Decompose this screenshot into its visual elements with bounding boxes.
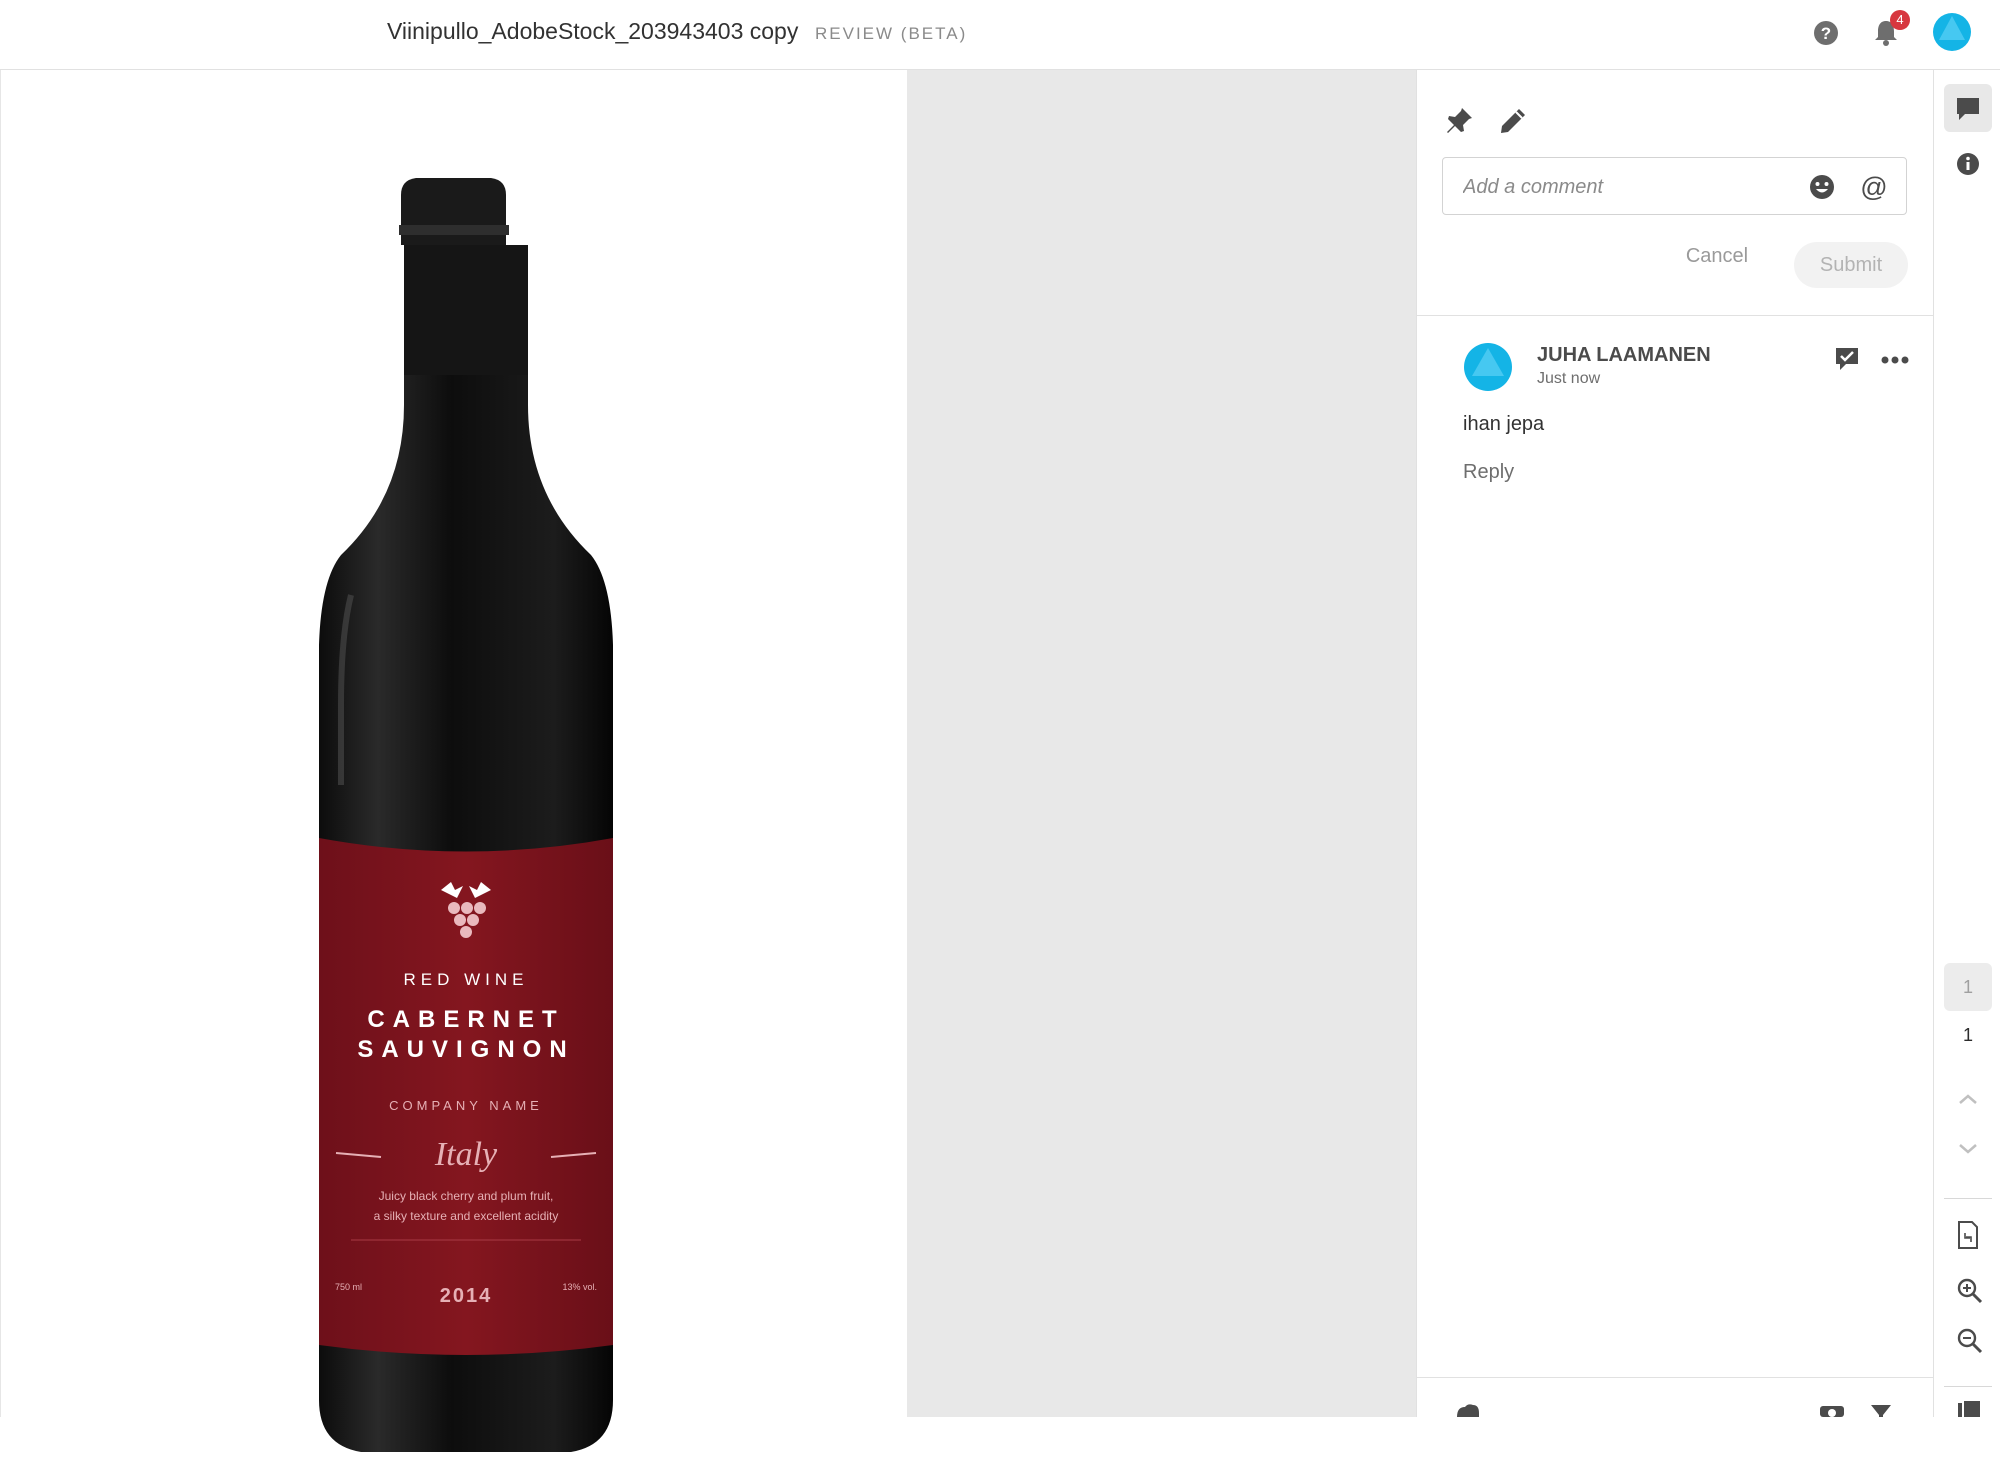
panel-divider [1417, 315, 1934, 316]
submit-button[interactable]: Submit [1794, 242, 1908, 288]
label-grape-line2: SAUVIGNON [357, 1036, 574, 1063]
right-rail: 1 1 [1933, 70, 2000, 1417]
label-volume: 750 ml [335, 1282, 362, 1292]
mention-icon[interactable]: @ [1858, 171, 1890, 208]
comments-panel-toggle[interactable] [1944, 84, 1992, 132]
fit-to-screen-icon[interactable] [1956, 1220, 1980, 1255]
filter-icon[interactable] [1869, 1403, 1893, 1422]
review-canvas[interactable]: RED WINE CABERNET SAUVIGNON COMPANY NAME… [0, 70, 1416, 1452]
review-mode-label: REVIEW (BETA) [815, 24, 968, 43]
pin-annotation-icon[interactable] [1443, 105, 1475, 142]
user-avatar[interactable] [1932, 12, 1972, 52]
zoom-out-icon[interactable] [1956, 1327, 1984, 1360]
rail-divider [1944, 1198, 1992, 1199]
label-abv: 13% vol. [562, 1282, 597, 1292]
cloud-icon[interactable] [1453, 1403, 1483, 1422]
page-thumbnail[interactable]: 1 [1944, 963, 1992, 1011]
label-desc-line2: a silky texture and excellent acidity [374, 1209, 559, 1223]
label-desc-line1: Juicy black cherry and plum fruit, [379, 1189, 554, 1203]
notification-badge: 4 [1890, 10, 1910, 30]
more-options-icon[interactable] [1880, 353, 1910, 371]
info-icon[interactable] [1956, 152, 1980, 181]
label-company: COMPANY NAME [389, 1098, 543, 1113]
artboard: RED WINE CABERNET SAUVIGNON COMPANY NAME… [0, 70, 907, 1452]
comment-body: ihan jepa [1463, 413, 1545, 435]
comment-composer: @ [1442, 157, 1907, 215]
wine-bottle-image: RED WINE CABERNET SAUVIGNON COMPANY NAME… [319, 178, 613, 1452]
reply-link[interactable]: Reply [1463, 461, 1514, 484]
pencil-draw-icon[interactable] [1497, 105, 1529, 142]
visibility-icon[interactable] [1817, 1403, 1847, 1422]
flag-icon[interactable] [1956, 1400, 1982, 1422]
resolve-comment-icon[interactable] [1832, 344, 1862, 379]
label-year: 2014 [440, 1285, 493, 1307]
svg-text:?: ? [1821, 24, 1831, 43]
label-origin: Italy [434, 1136, 498, 1173]
comments-panel: @ Cancel Submit JUHA LAAMANEN Just now i… [1416, 70, 1934, 1417]
comment-timestamp: Just now [1537, 370, 1601, 387]
chevron-down-icon[interactable] [1957, 1142, 1979, 1161]
chevron-up-icon[interactable] [1957, 1092, 1979, 1111]
emoji-icon[interactable] [1807, 172, 1837, 207]
top-bar: Viinipullo_AdobeStock_203943403 copy REV… [0, 0, 2000, 70]
label-red-wine: RED WINE [404, 970, 529, 989]
svg-text:@: @ [1860, 172, 1887, 202]
comment-author: JUHA LAAMANEN [1537, 344, 1711, 366]
page-count: 1 [1962, 1025, 1973, 1045]
label-grape-line1: CABERNET [367, 1006, 564, 1033]
avatar [1463, 342, 1513, 392]
comment-input[interactable] [1461, 171, 1785, 203]
file-title: Viinipullo_AdobeStock_203943403 copy [387, 18, 799, 44]
cancel-button[interactable]: Cancel [1667, 244, 1767, 269]
panel-footer-divider [1417, 1377, 1934, 1378]
help-icon[interactable]: ? [1809, 16, 1843, 50]
zoom-in-icon[interactable] [1956, 1277, 1984, 1310]
rail-divider [1944, 1386, 1992, 1387]
